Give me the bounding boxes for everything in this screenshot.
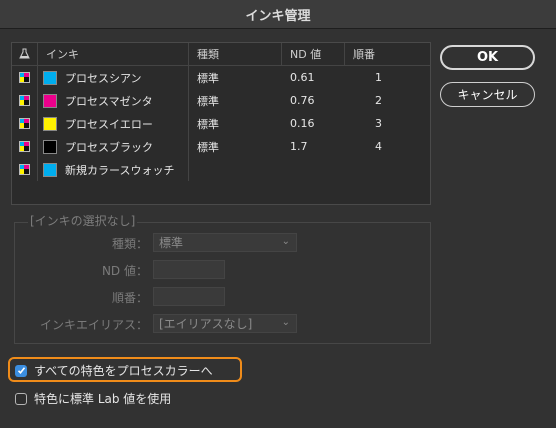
column-order[interactable]: 順番 bbox=[345, 43, 430, 65]
process-color-icon bbox=[12, 66, 38, 89]
ok-button[interactable]: OK bbox=[440, 45, 535, 70]
nd-label: ND 値： bbox=[101, 264, 148, 278]
color-swatch bbox=[43, 116, 57, 131]
ink-name: プロセスマゼンタ bbox=[65, 94, 153, 108]
ink-order: 4 bbox=[375, 140, 382, 153]
ink-nd: 0.76 bbox=[290, 94, 315, 107]
use-standard-lab-option[interactable]: 特色に標準 Lab 値を使用 bbox=[15, 390, 171, 407]
ink-type: 標準 bbox=[197, 94, 219, 108]
color-swatch bbox=[43, 70, 57, 85]
order-label: 順番： bbox=[111, 291, 148, 305]
ink-order: 1 bbox=[375, 71, 382, 84]
color-swatch bbox=[43, 93, 57, 108]
process-color-icon bbox=[12, 135, 38, 158]
checkbox-use-standard-lab[interactable] bbox=[15, 392, 27, 405]
ink-nd: 1.7 bbox=[290, 140, 308, 153]
ink-type: 標準 bbox=[197, 71, 219, 85]
process-color-icon bbox=[12, 112, 38, 135]
ink-nd: 0.16 bbox=[290, 117, 315, 130]
chevron-down-icon: ⌄ bbox=[281, 317, 290, 328]
type-label: 種類： bbox=[111, 237, 148, 251]
order-field[interactable] bbox=[153, 287, 225, 306]
ink-name: 新規カラースウォッチ bbox=[65, 163, 175, 177]
color-swatch bbox=[43, 139, 57, 154]
all-spots-to-process-option[interactable]: すべての特色をプロセスカラーへ bbox=[15, 362, 213, 379]
ink-name: プロセスシアン bbox=[65, 71, 142, 85]
alias-dropdown[interactable]: [エイリアスなし] ⌄ bbox=[153, 314, 297, 333]
cancel-button[interactable]: キャンセル bbox=[440, 82, 535, 107]
ink-nd: 0.61 bbox=[290, 71, 315, 84]
column-ink[interactable]: インキ bbox=[38, 43, 189, 65]
column-type[interactable]: 種類 bbox=[189, 43, 282, 65]
table-row[interactable]: プロセスイエロー 標準 0.16 3 bbox=[12, 112, 430, 135]
ink-details-title: [インキの選択なし] bbox=[28, 212, 138, 229]
table-row[interactable]: プロセスブラック 標準 1.7 4 bbox=[12, 135, 430, 158]
table-row[interactable]: 新規カラースウォッチ bbox=[12, 158, 430, 181]
table-header: インキ 種類 ND 値 順番 bbox=[12, 43, 430, 66]
ink-type: 標準 bbox=[197, 117, 219, 131]
nd-value-field[interactable] bbox=[153, 260, 225, 279]
table-row[interactable]: プロセスマゼンタ 標準 0.76 2 bbox=[12, 89, 430, 112]
process-color-icon bbox=[12, 89, 38, 112]
type-dropdown[interactable]: 標準 ⌄ bbox=[153, 233, 297, 252]
ink-order: 2 bbox=[375, 94, 382, 107]
all-spots-to-process-label: すべての特色をプロセスカラーへ bbox=[34, 364, 213, 378]
dialog-title: インキ管理 bbox=[245, 8, 311, 24]
ink-type: 標準 bbox=[197, 140, 219, 154]
ink-name: プロセスブラック bbox=[65, 140, 153, 154]
checkbox-all-spots-to-process[interactable] bbox=[15, 364, 27, 377]
chevron-down-icon: ⌄ bbox=[281, 236, 290, 247]
checkmark-icon bbox=[17, 367, 25, 374]
ink-name: プロセスイエロー bbox=[65, 117, 153, 131]
color-swatch bbox=[43, 162, 57, 177]
alias-label: インキエイリアス： bbox=[39, 318, 148, 332]
use-standard-lab-label: 特色に標準 Lab 値を使用 bbox=[34, 392, 172, 406]
table-row[interactable]: プロセスシアン 標準 0.61 1 bbox=[12, 66, 430, 89]
ink-list-table[interactable]: インキ 種類 ND 値 順番 プロセスシアン 標準 0.61 1 プロセスマゼンタ 標準 0… bbox=[11, 42, 431, 205]
process-color-icon bbox=[12, 158, 38, 181]
column-nd[interactable]: ND 値 bbox=[282, 43, 345, 65]
dialog-title-bar: インキ管理 bbox=[0, 0, 556, 29]
type-dropdown-value: 標準 bbox=[159, 236, 184, 250]
ink-bottle-icon bbox=[12, 43, 38, 65]
ink-order: 3 bbox=[375, 117, 382, 130]
alias-dropdown-value: [エイリアスなし] bbox=[159, 317, 253, 331]
